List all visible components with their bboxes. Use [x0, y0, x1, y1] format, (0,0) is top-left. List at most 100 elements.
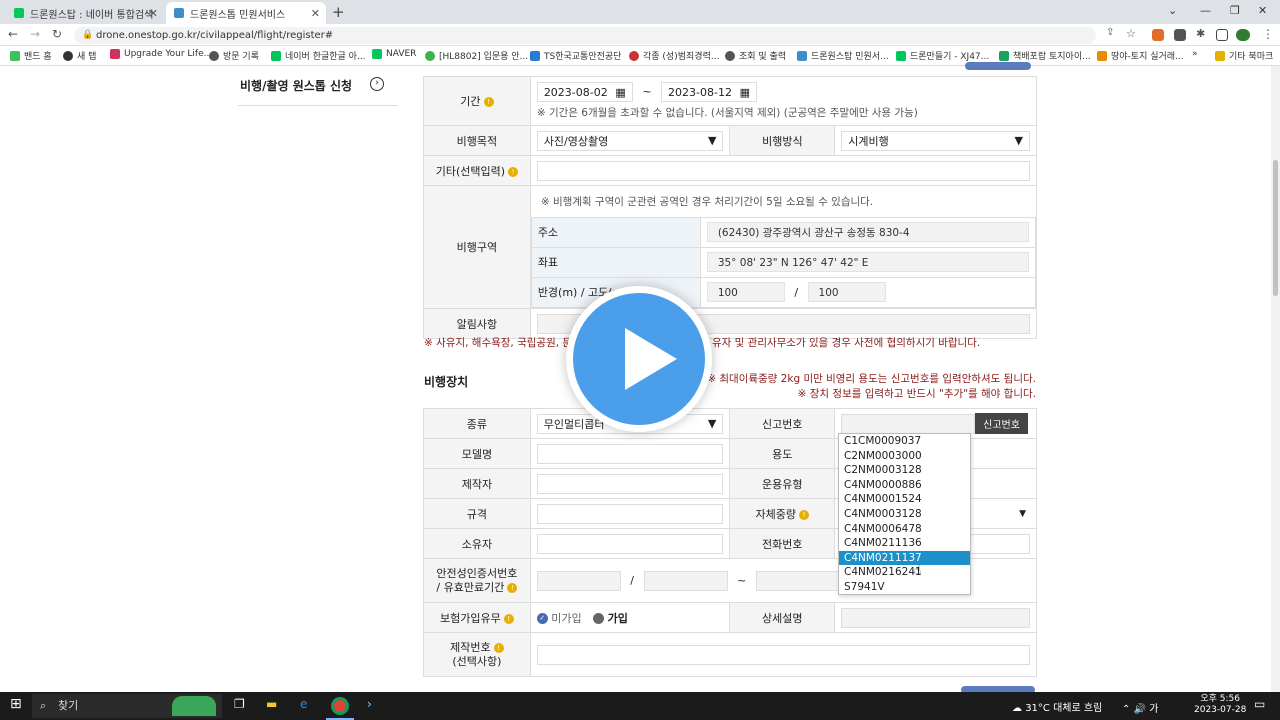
maker-input[interactable]	[536, 473, 724, 494]
reload-icon[interactable]: ↻	[52, 27, 62, 41]
coord-field[interactable]: 35° 08' 23" N 126° 47' 42" E	[706, 252, 1029, 272]
report-number-dropdown[interactable]: C1CM0009037 C2NM0003000 C2NM0003128 C4NM…	[838, 433, 971, 595]
tab-search-chevron-icon[interactable]: ⌄	[1168, 4, 1177, 17]
bookmark-item[interactable]: [HL8802] 입문용 안...	[425, 49, 528, 62]
window-close-icon[interactable]: ✕	[1258, 4, 1267, 17]
cert-number-input[interactable]	[536, 570, 621, 591]
extension-dark-icon[interactable]	[1174, 29, 1186, 41]
weather-widget[interactable]: ☁ 31°C 대체로 흐림	[1012, 699, 1102, 714]
restore-icon[interactable]: ❐	[1230, 4, 1240, 17]
bookmark-item[interactable]: TS한국교통안전공단	[530, 49, 621, 62]
scrollbar-thumb[interactable]	[1273, 160, 1278, 296]
dropdown-option[interactable]: S7941V	[839, 580, 970, 595]
bookmark-item[interactable]: 드론만들기 - XJ47...	[896, 49, 989, 62]
end-date-input[interactable]: 2023-08-12 ▦	[661, 82, 758, 102]
radius-field[interactable]: 100	[706, 282, 785, 302]
calendar-icon[interactable]: ▦	[615, 86, 625, 99]
info-icon[interactable]: !	[483, 97, 494, 107]
bookmark-item[interactable]: 방문 기록	[209, 49, 259, 62]
extension-orange-icon[interactable]	[1152, 29, 1164, 41]
serial-input[interactable]	[536, 644, 1030, 665]
share-icon[interactable]: ⇪	[1106, 27, 1114, 38]
bookmark-item[interactable]: 밴드 홈	[10, 49, 52, 62]
altitude-field[interactable]: 100	[807, 282, 886, 302]
edge-icon[interactable]: e	[300, 697, 307, 711]
chrome-icon[interactable]	[331, 697, 349, 715]
dropdown-option[interactable]: C4NM0006478	[839, 522, 970, 537]
etc-input[interactable]	[536, 160, 1030, 181]
circle-arrow-icon[interactable]: ›	[370, 77, 384, 91]
bookmark-item[interactable]: NAVER	[372, 49, 416, 59]
bookmark-item[interactable]: 땅야-토지 실거래...	[1097, 49, 1184, 62]
extensions-puzzle-icon[interactable]: ✱	[1196, 27, 1205, 40]
url-field[interactable]: 🔒 drone.onestop.go.kr/civilappeal/flight…	[74, 27, 1096, 44]
dropdown-option[interactable]: C2NM0003128	[839, 463, 970, 478]
system-tray-icons[interactable]: ⌃ 🔊 가	[1122, 700, 1158, 715]
top-button-edge[interactable]	[965, 62, 1031, 70]
back-arrow-icon[interactable]: ←	[8, 27, 18, 41]
dropdown-option[interactable]: C4NM0216241	[839, 565, 970, 580]
report-number-input[interactable]	[841, 413, 976, 434]
taskbar-search[interactable]: ⌕ 찾기	[32, 694, 222, 718]
side-panel-icon[interactable]	[1216, 29, 1228, 41]
bookmark-item[interactable]: Upgrade Your Life...	[110, 49, 212, 59]
minimize-icon[interactable]: —	[1200, 4, 1211, 17]
insurance-yes-radio[interactable]: 가입	[593, 612, 628, 625]
close-icon[interactable]: ✕	[311, 7, 320, 20]
windows-start-icon[interactable]: ⊞	[10, 696, 22, 712]
insurance-no-radio[interactable]: ✓ 미가입	[536, 612, 582, 625]
device-section-title: 비행장치	[424, 375, 469, 389]
coord-label: 좌표	[530, 246, 701, 278]
owner-input[interactable]	[536, 533, 724, 554]
bookmark-item[interactable]: 조회 및 출력	[725, 49, 786, 62]
bookmark-star-icon[interactable]: ☆	[1126, 27, 1136, 40]
calendar-icon[interactable]: ▦	[740, 86, 750, 99]
owner-label: 소유자	[423, 528, 531, 559]
dropdown-option[interactable]: C4NM0211136	[839, 536, 970, 551]
spec-input[interactable]	[536, 503, 724, 524]
method-select[interactable]: 시계비행 ▼	[841, 130, 1030, 151]
notifications-icon[interactable]: ▭	[1254, 697, 1265, 711]
bookmark-item[interactable]: 새 탭	[63, 49, 96, 62]
cert-start-input[interactable]	[643, 570, 728, 591]
bookmark-item[interactable]: 각종 (성)범죄경력...	[629, 49, 719, 62]
report-number-button[interactable]: 신고번호	[975, 413, 1028, 434]
info-icon[interactable]: !	[798, 509, 809, 520]
clock[interactable]: 오후 5:56 2023-07-28	[1194, 694, 1246, 716]
purpose-select[interactable]: 사진/영상촬영 ▼	[536, 130, 724, 151]
search-icon: ⌕	[40, 699, 47, 712]
bookmark-folder[interactable]: 기타 북마크	[1215, 49, 1273, 62]
info-icon[interactable]: !	[503, 613, 514, 624]
dropdown-option[interactable]: C4NM0003128	[839, 507, 970, 522]
tab-drone-onestop[interactable]: 드론원스톱 민원서비스 ✕	[166, 2, 326, 24]
model-input[interactable]	[536, 443, 724, 464]
tab-naver-search[interactable]: 드론원스탑 : 네이버 통합검색 ✕	[6, 2, 164, 24]
start-date-input[interactable]: 2023-08-02 ▦	[536, 82, 633, 102]
dropdown-option[interactable]: C1CM0009037	[839, 434, 970, 449]
dropdown-option[interactable]: C4NM0000886	[839, 478, 970, 493]
cert-end-input[interactable]	[755, 570, 840, 591]
bookmark-item[interactable]: 드론원스탑 민원서...	[797, 49, 889, 62]
close-icon[interactable]: ✕	[149, 7, 158, 20]
sidebar-menu-item[interactable]: 비행/촬영 원스톱 신청 ›	[238, 66, 398, 106]
dropdown-option[interactable]: C4NM0001524	[839, 492, 970, 507]
address-field[interactable]: (62430) 광주광역시 광산구 송정동 830-4	[706, 222, 1029, 242]
info-icon[interactable]: !	[508, 166, 519, 177]
app-icon[interactable]: ›	[367, 697, 372, 711]
forward-arrow-icon[interactable]: →	[30, 27, 40, 41]
menu-dots-icon[interactable]: ⋮	[1262, 27, 1274, 41]
dropdown-option-highlighted[interactable]: C4NM0211137	[839, 550, 970, 566]
bookmarks-overflow-icon[interactable]: »	[1192, 49, 1198, 59]
bookmark-item[interactable]: 책배포랍 토지아이...	[999, 49, 1091, 62]
bookmark-item[interactable]: 네이버 한글한글 아...	[271, 49, 366, 62]
dropdown-option[interactable]: C2NM0003000	[839, 449, 970, 464]
info-icon[interactable]: !	[507, 582, 518, 593]
new-tab-plus-icon[interactable]: +	[332, 3, 345, 21]
task-view-icon[interactable]: ❐	[234, 697, 245, 711]
profile-avatar[interactable]	[1236, 29, 1250, 41]
video-play-button[interactable]	[566, 286, 712, 432]
type-label: 종류	[423, 408, 531, 439]
info-icon[interactable]: !	[493, 642, 504, 653]
detail-input[interactable]	[841, 607, 1030, 628]
file-explorer-icon[interactable]: ▬	[266, 697, 277, 711]
